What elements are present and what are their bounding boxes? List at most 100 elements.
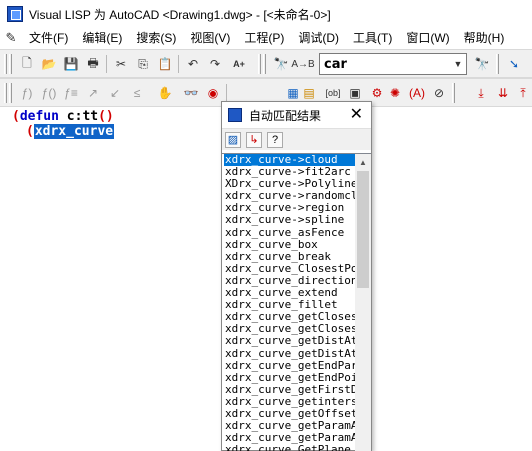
close-icon[interactable]: ✕ bbox=[350, 107, 363, 123]
menu-search[interactable]: 搜索(S) bbox=[129, 28, 183, 48]
step-into-icon[interactable]: ⤓ bbox=[472, 84, 490, 102]
paste-icon[interactable]: 📋 bbox=[156, 55, 174, 73]
toolbar-grip[interactable] bbox=[452, 83, 455, 103]
pan-hand-icon[interactable]: ✋ bbox=[156, 84, 174, 102]
menu-lead-icon[interactable]: ✎ bbox=[0, 29, 22, 47]
inspect-icon[interactable]: ◉ bbox=[204, 84, 222, 102]
print-icon[interactable]: 🖶 bbox=[84, 55, 102, 73]
selected-text[interactable]: xdrx_curve bbox=[33, 124, 115, 139]
menu-debug[interactable]: 调试(D) bbox=[291, 28, 346, 48]
menu-file[interactable]: 文件(F) bbox=[22, 28, 75, 48]
list-item[interactable]: xdrx_curve_getinters bbox=[224, 396, 355, 408]
search-combo[interactable]: car ▼ bbox=[319, 53, 467, 75]
symbol-service-icon[interactable]: ▤ bbox=[300, 84, 318, 102]
autocomplete-popup: 自动匹配结果 ✕ ▨ ↳ ? xdrx_curve->cloud xdrx_cur… bbox=[221, 101, 372, 451]
argument-list: () bbox=[98, 109, 114, 124]
toolbar-separator bbox=[226, 84, 227, 102]
code-line-1: (defun c:tt() bbox=[12, 109, 114, 124]
complete-word-icon[interactable]: A+ bbox=[230, 55, 248, 73]
debug-step-icon[interactable]: ➘ bbox=[505, 55, 523, 73]
help-icon[interactable]: ? bbox=[267, 131, 283, 148]
list-item[interactable]: xdrx_curve_asFence bbox=[224, 227, 355, 239]
list-item[interactable]: xdrx_curve_direction bbox=[224, 275, 355, 287]
menu-project[interactable]: 工程(P) bbox=[237, 28, 291, 48]
toolbar-grip[interactable] bbox=[258, 54, 261, 74]
match-listbox[interactable]: xdrx_curve->cloud xdrx_curve->fit2arc XDrx… bbox=[222, 153, 371, 451]
list-item[interactable]: XDrx_curve->Polyline bbox=[224, 178, 355, 190]
load-text-icon[interactable]: ƒ() bbox=[40, 84, 58, 102]
list-item[interactable]: xdrx_curve_ClosestPoi bbox=[224, 263, 355, 275]
replace-icon[interactable]: A→B bbox=[291, 55, 314, 73]
comment-icon[interactable]: ≤ bbox=[128, 84, 146, 102]
cut-icon[interactable]: ✂ bbox=[112, 55, 130, 73]
list-item[interactable]: xdrx_curve_box bbox=[224, 239, 355, 251]
insert-icon[interactable]: ↳ bbox=[246, 131, 262, 148]
save-icon[interactable]: 💾 bbox=[62, 55, 80, 73]
list-item[interactable]: xdrx_curve->spline bbox=[224, 214, 355, 226]
break-icon[interactable]: (A) bbox=[408, 84, 426, 102]
popup-title-bar[interactable]: 自动匹配结果 ✕ bbox=[222, 102, 371, 128]
list-item[interactable]: xdrx_curve_getOffsetC bbox=[224, 408, 355, 420]
load-selection-icon[interactable]: ƒ) bbox=[18, 84, 36, 102]
list-item[interactable]: xdrx_curve->fit2arc bbox=[224, 166, 355, 178]
toolbar-grip[interactable] bbox=[9, 83, 12, 103]
acad-window-icon[interactable]: ▣ bbox=[346, 84, 364, 102]
chevron-down-icon[interactable]: ▼ bbox=[450, 54, 466, 74]
format-icon[interactable]: ƒ≡ bbox=[62, 84, 80, 102]
menu-tools[interactable]: 工具(T) bbox=[346, 28, 399, 48]
toolbar-grip[interactable] bbox=[4, 54, 7, 74]
reset-icon[interactable]: ✺ bbox=[386, 84, 404, 102]
copy-icon[interactable]: ⎘ bbox=[134, 55, 152, 73]
menu-edit[interactable]: 编辑(E) bbox=[75, 28, 129, 48]
menu-help[interactable]: 帮助(H) bbox=[457, 28, 512, 48]
new-file-icon[interactable]: 🗋 bbox=[18, 55, 36, 73]
open-folder-icon[interactable]: 📂 bbox=[40, 55, 58, 73]
list-item[interactable]: xdrx_curve_getEndPara bbox=[224, 360, 355, 372]
toolbar-grip[interactable] bbox=[263, 54, 266, 74]
list-item[interactable]: xdrx_curve_break bbox=[224, 251, 355, 263]
find-icon[interactable]: 🔭 bbox=[272, 55, 290, 73]
menu-window[interactable]: 窗口(W) bbox=[399, 28, 456, 48]
step-over-icon[interactable]: ⇊ bbox=[494, 84, 512, 102]
code-line-2: (xdrx_curve bbox=[26, 124, 115, 139]
list-item[interactable]: xdrx_curve_getClosest bbox=[224, 323, 355, 335]
menu-view[interactable]: 视图(V) bbox=[183, 28, 237, 48]
list-item[interactable]: xdrx_curve_GetPlane bbox=[224, 444, 355, 451]
list-item[interactable]: xdrx_curve_getParamAt bbox=[224, 420, 355, 432]
function-name: c:tt bbox=[66, 109, 99, 124]
indent-icon[interactable]: ↗ bbox=[84, 84, 102, 102]
list-item[interactable]: xdrx_curve->region bbox=[224, 202, 355, 214]
undo-icon[interactable]: ↶ bbox=[184, 55, 202, 73]
vertical-scrollbar[interactable]: ▲ bbox=[355, 154, 371, 451]
scroll-up-icon[interactable]: ▲ bbox=[355, 154, 371, 170]
toolbar-grip[interactable] bbox=[9, 54, 12, 74]
vlisp-app-icon bbox=[228, 108, 242, 122]
list-item[interactable]: xdrx_curve_getClosest bbox=[224, 311, 355, 323]
list-item[interactable]: xdrx_curve_fillet bbox=[224, 299, 355, 311]
outdent-icon[interactable]: ↙ bbox=[106, 84, 124, 102]
trace-icon[interactable]: ⚙ bbox=[368, 84, 386, 102]
toolbar-grip[interactable] bbox=[496, 54, 499, 74]
list-item[interactable]: xdrx_curve_getEndPoin bbox=[224, 372, 355, 384]
search-icon[interactable]: 🔭 bbox=[473, 55, 491, 73]
help-icon[interactable]: ⊘ bbox=[430, 84, 448, 102]
toolbar-grip[interactable] bbox=[4, 83, 7, 103]
scroll-thumb[interactable] bbox=[357, 171, 369, 288]
list-item[interactable]: xdrx_curve->randomclo bbox=[224, 190, 355, 202]
list-item[interactable]: xdrx_curve_getFirstDe bbox=[224, 384, 355, 396]
step-out-icon[interactable]: ⤒ bbox=[514, 84, 532, 102]
popup-toolbar: ▨ ↳ ? bbox=[222, 128, 371, 150]
list-item[interactable]: xdrx_curve->cloud bbox=[224, 154, 355, 167]
palette-icon[interactable]: ▨ bbox=[225, 131, 241, 148]
list-item[interactable]: xdrx_curve_getDistAtP bbox=[224, 348, 355, 360]
match-list: xdrx_curve->cloud xdrx_curve->fit2arc XDrx… bbox=[224, 154, 355, 451]
open-paren: ( bbox=[26, 124, 34, 139]
list-item[interactable]: xdrx_curve_extend bbox=[224, 287, 355, 299]
list-item[interactable]: xdrx_curve_getDistAtP bbox=[224, 335, 355, 347]
list-item[interactable]: xdrx_curve_getParamAt bbox=[224, 432, 355, 444]
redo-icon[interactable]: ↷ bbox=[206, 55, 224, 73]
watch-icon[interactable]: 👓 bbox=[182, 84, 200, 102]
object-icon[interactable]: [ob] bbox=[324, 84, 342, 102]
keyword-defun: defun bbox=[19, 109, 59, 124]
search-input[interactable]: car bbox=[320, 57, 450, 72]
